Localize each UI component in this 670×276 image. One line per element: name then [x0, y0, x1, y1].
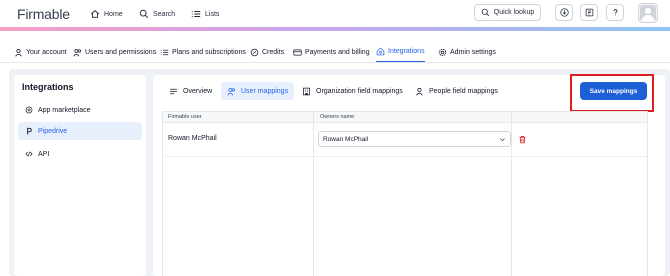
search-icon — [139, 9, 149, 19]
person-icon — [416, 87, 423, 95]
sidebar-title: Integrations — [22, 82, 74, 92]
home-icon — [90, 10, 100, 18]
tabs-divider — [0, 62, 670, 63]
tab-label: Integrations — [388, 48, 425, 55]
search-icon — [481, 8, 489, 17]
users-icon — [227, 87, 235, 95]
sidebar-item-label: App marketplace — [38, 106, 91, 114]
tab-users-and-permissions[interactable]: Users and permissions — [73, 42, 156, 62]
building-icon — [303, 87, 310, 95]
tab-label: Organization field mappings — [316, 87, 403, 95]
sidebar-item-label: API — [38, 150, 50, 158]
tab-integrations[interactable]: Integrations — [376, 42, 425, 62]
code-icon — [25, 151, 33, 157]
quick-lookup-label: Quick lookup — [493, 9, 535, 16]
nav-search-label: Search — [153, 10, 176, 18]
menu-icon — [170, 88, 177, 94]
tab-label: Your account — [26, 48, 67, 56]
tab-payments-and-billing[interactable]: Payments and billing — [293, 42, 370, 62]
nav-lists-label: Lists — [205, 10, 220, 18]
column-divider — [313, 112, 314, 276]
top-bar: Firmable Home Search Lists Quick lookup — [0, 0, 670, 30]
download-circle-icon — [559, 8, 569, 17]
extension-button[interactable] — [580, 4, 598, 21]
card-icon — [293, 49, 302, 55]
avatar-placeholder-icon — [640, 5, 656, 21]
marketplace-icon — [25, 106, 33, 114]
brand-gradient-bar — [0, 27, 670, 31]
chevron-down-icon — [500, 138, 505, 142]
nav-search[interactable]: Search — [139, 7, 175, 21]
tab-overview[interactable]: Overview — [163, 82, 218, 100]
tab-your-account[interactable]: Your account — [14, 42, 67, 62]
credits-icon — [250, 48, 259, 56]
settings-tabs: Your account Users and permissions Plans… — [0, 42, 670, 62]
table-header: Firmable user Owners name — [163, 112, 647, 123]
pipedrive-icon — [27, 127, 32, 135]
user-icon — [15, 48, 22, 56]
quick-lookup-button[interactable]: Quick lookup — [474, 4, 541, 21]
integrations-sidebar: Integrations App marketplace Pipedrive A… — [14, 75, 146, 276]
tab-organization-field-mappings[interactable]: Organization field mappings — [296, 82, 409, 100]
sidebar-item-app-marketplace[interactable]: App marketplace — [18, 101, 142, 119]
nav-lists[interactable]: Lists — [191, 7, 219, 21]
trash-icon[interactable] — [518, 135, 527, 144]
sidebar-item-pipedrive[interactable]: Pipedrive — [18, 122, 142, 140]
integrations-icon — [376, 47, 385, 56]
list-icon — [160, 49, 169, 55]
tab-label: Plans and subscriptions — [172, 48, 246, 56]
tab-label: Admin settings — [450, 48, 496, 56]
tab-credits[interactable]: Credits — [250, 42, 284, 62]
users-icon — [73, 48, 81, 56]
column-header-firmable-user: Firmable user — [168, 114, 202, 120]
extension-icon — [585, 8, 593, 17]
tab-label: Payments and billing — [305, 48, 370, 56]
tab-label: User mappings — [241, 87, 289, 95]
help-button[interactable] — [606, 4, 624, 21]
question-icon — [613, 9, 617, 16]
user-avatar[interactable] — [638, 3, 658, 23]
row-divider — [163, 156, 647, 157]
column-header-owners-name: Owners name — [320, 114, 355, 120]
tab-admin-settings[interactable]: Admin settings — [438, 42, 496, 62]
nav-home[interactable]: Home — [90, 7, 123, 21]
owner-select[interactable]: Rowan McPhail — [318, 131, 511, 147]
tab-label: Users and permissions — [85, 48, 157, 56]
tab-label: Overview — [183, 87, 213, 95]
owner-select-value: Rowan McPhail — [323, 135, 369, 143]
firmable-user-cell: Rowan McPhail — [168, 135, 217, 142]
tab-label: People field mappings — [429, 87, 498, 95]
tab-label: Credits — [262, 48, 285, 56]
download-button[interactable] — [555, 4, 573, 21]
sidebar-item-api[interactable]: API — [18, 145, 142, 163]
firmable-logo[interactable]: Firmable — [17, 6, 70, 22]
highlight-box — [570, 74, 654, 112]
list-icon — [191, 11, 201, 17]
user-mappings-table: Firmable user Owners name Rowan McPhail … — [162, 111, 648, 276]
sidebar-item-label: Pipedrive — [38, 127, 68, 135]
tab-people-field-mappings[interactable]: People field mappings — [409, 82, 504, 100]
tab-plans-and-subscriptions[interactable]: Plans and subscriptions — [160, 42, 246, 62]
tab-user-mappings[interactable]: User mappings — [221, 82, 295, 100]
gear-icon — [438, 48, 447, 56]
nav-home-label: Home — [104, 10, 123, 18]
column-divider — [511, 112, 512, 276]
